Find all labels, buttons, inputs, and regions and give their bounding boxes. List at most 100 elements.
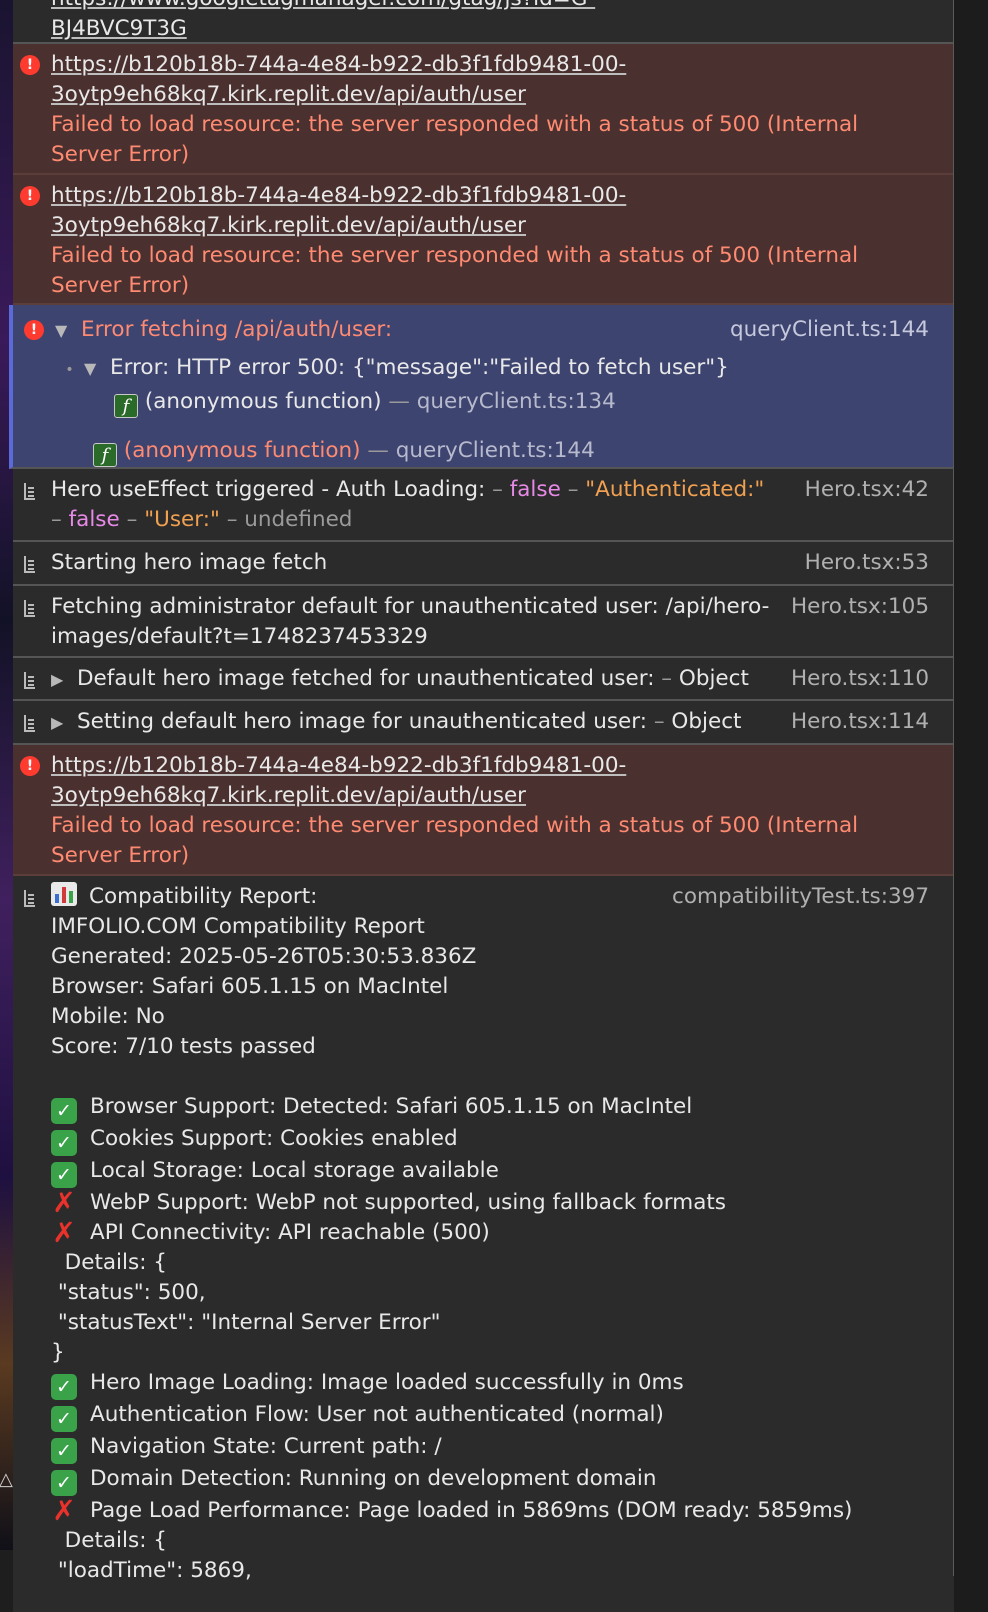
frame-source[interactable]: queryClient.ts:134 [417,389,616,414]
report-score: Score: 7/10 tests passed [51,1034,316,1059]
console-log-row: Hero.tsx:53 Starting hero image fetch [13,542,953,586]
separator: – [226,507,238,532]
gtag-url-line1[interactable]: https://www.googletagmanager.com/gtag/js… [51,0,929,14]
console-log-row[interactable]: Hero.tsx:110 ▶ Default hero image fetched… [13,658,953,701]
log-icon [24,715,35,732]
console-log-row-compat: compatibilityTest.ts:397 Compatibility R… [13,876,953,1583]
error-url[interactable]: https://b120b18b-744a-4e84-b922-db3f1fdb… [51,50,929,80]
function-icon: f [114,394,138,418]
function-icon: f [93,443,117,467]
details-line: "loadTime": 5869, [51,1558,252,1583]
expand-triangle-icon[interactable]: ▶ [51,665,77,695]
separator: – [492,477,503,502]
report-browser: Browser: Safari 605.1.15 on MacIntel [51,974,449,999]
test-text: Navigation State: Current path: / [90,1434,442,1459]
check-mark-icon: ✓ [51,1406,77,1432]
error-url[interactable]: 3oytp9eh68kq7.kirk.replit.dev/api/auth/u… [51,211,929,241]
log-text: Starting hero image fetch [51,550,328,575]
console-error-row: ! https://b120b18b-744a-4e84-b922-db3f1f… [13,175,953,305]
log-text: images/default?t=1748237453329 [51,624,428,649]
test-text: Hero Image Loading: Image loaded success… [90,1370,684,1395]
gtag-url-line2[interactable]: BJ4BVC9T3G [51,14,929,42]
error-message: Failed to load resource: the server resp… [51,243,859,268]
source-link[interactable]: queryClient.ts:144 [730,315,929,345]
error-icon: ! [20,756,40,776]
test-text: Page Load Performance: Page loaded in 58… [90,1498,853,1523]
warning-triangle-icon: △ [0,1469,13,1490]
error-url[interactable]: 3oytp9eh68kq7.kirk.replit.dev/api/auth/u… [51,80,929,110]
details-line: Details: { [51,1250,167,1275]
error-url[interactable]: 3oytp9eh68kq7.kirk.replit.dev/api/auth/u… [51,781,929,811]
log-icon [24,672,35,689]
test-text: Local Storage: Local storage available [90,1158,499,1183]
bar-chart-icon [51,882,77,906]
error-message: Server Error) [51,273,190,298]
source-link[interactable]: Hero.tsx:42 [805,475,929,505]
disclosure-triangle-icon[interactable]: ▼ [55,316,81,346]
disclosure-triangle-icon[interactable]: ▼ [84,354,110,384]
frame-name: (anonymous function) [144,389,382,414]
report-title: IMFOLIO.COM Compatibility Report [51,914,425,939]
test-text: WebP Support: WebP not supported, using … [90,1190,727,1215]
test-result: ✓ Hero Image Loading: Image loaded succes… [51,1368,929,1400]
cross-mark-icon: ✗ [52,1494,76,1527]
stack-frame[interactable]: f (anonymous function) — queryClient.ts:… [55,436,929,467]
cross-mark-icon: ✗ [52,1216,76,1249]
error-message: Failed to load resource: the server resp… [51,112,859,137]
source-link[interactable]: Hero.tsx:53 [805,548,929,578]
details-line: } [51,1340,65,1365]
details-line: "status": 500, [51,1280,206,1305]
console-log-row[interactable]: Hero.tsx:114 ▶ Setting default hero image… [13,701,953,745]
error-detail: Error: HTTP error 500: {"message":"Faile… [110,355,729,380]
test-result: ✓ Browser Support: Detected: Safari 605.1… [51,1092,929,1124]
background-strip-bottom [0,1550,13,1612]
check-mark-icon: ✓ [51,1438,77,1464]
error-message: Server Error) [51,843,190,868]
test-result: ✗ API Connectivity: API reachable (500) [51,1218,929,1248]
background-strip [0,0,13,1550]
source-link[interactable]: compatibilityTest.ts:397 [672,882,929,912]
value-false: false [68,507,120,532]
details-block: Details: { "status": 500, "statusText": … [51,1248,929,1368]
source-link[interactable]: Hero.tsx:110 [791,664,929,694]
console-log: https://www.googletagmanager.com/gtag/js… [9,0,954,1583]
test-result: ✓ Authentication Flow: User not authentic… [51,1400,929,1432]
source-link[interactable]: Hero.tsx:114 [791,707,929,737]
check-mark-icon: ✓ [51,1098,77,1124]
log-icon [24,600,35,617]
source-link[interactable]: Hero.tsx:105 [791,592,929,622]
frame-source[interactable]: queryClient.ts:144 [396,438,595,463]
test-result: ✗ WebP Support: WebP not supported, using… [51,1188,929,1218]
frame-separator: — [388,389,410,414]
check-mark-icon: ✓ [51,1470,77,1496]
frame-name: (anonymous function) [123,438,361,463]
console-log-row: Hero.tsx:105 Fetching administrator defa… [13,586,953,658]
details-line: "statusText": "Internal Server Error" [51,1310,441,1335]
details-line: Details: { [51,1528,167,1553]
frame-separator: — [367,438,389,463]
expand-triangle-icon[interactable]: ▶ [51,708,77,738]
log-text: Hero useEffect triggered - Auth Loading: [51,477,486,502]
separator: – [126,507,138,532]
object-value[interactable]: Object [679,666,749,691]
details-block: Details: { "loadTime": 5869, [51,1526,929,1586]
bullet-icon: • [65,362,74,378]
stack-frame[interactable]: f (anonymous function) — queryClient.ts:… [55,387,929,418]
test-result: ✓ Cookies Support: Cookies enabled [51,1124,929,1156]
log-icon [24,483,35,500]
test-text: Authentication Flow: User not authentica… [90,1402,664,1427]
separator: – [51,507,62,532]
console-error-group-selected[interactable]: ! queryClient.ts:144 ▼ Error fetching /ap… [9,305,953,469]
log-text: Setting default hero image for unauthent… [77,709,647,734]
string-value: "User:" [144,507,220,532]
right-edge [954,0,988,1612]
console-log-row: Hero.tsx:42 Hero useEffect triggered - A… [13,469,953,542]
error-title: Error fetching /api/auth/user: [81,317,393,342]
log-text: Fetching administrator default for unaut… [51,594,770,619]
string-value: "Authenticated:" [585,477,765,502]
error-url[interactable]: https://b120b18b-744a-4e84-b922-db3f1fdb… [51,751,929,781]
separator: – [653,709,665,734]
test-result: ✓ Local Storage: Local storage available [51,1156,929,1188]
object-value[interactable]: Object [671,709,741,734]
error-url[interactable]: https://b120b18b-744a-4e84-b922-db3f1fdb… [51,181,929,211]
